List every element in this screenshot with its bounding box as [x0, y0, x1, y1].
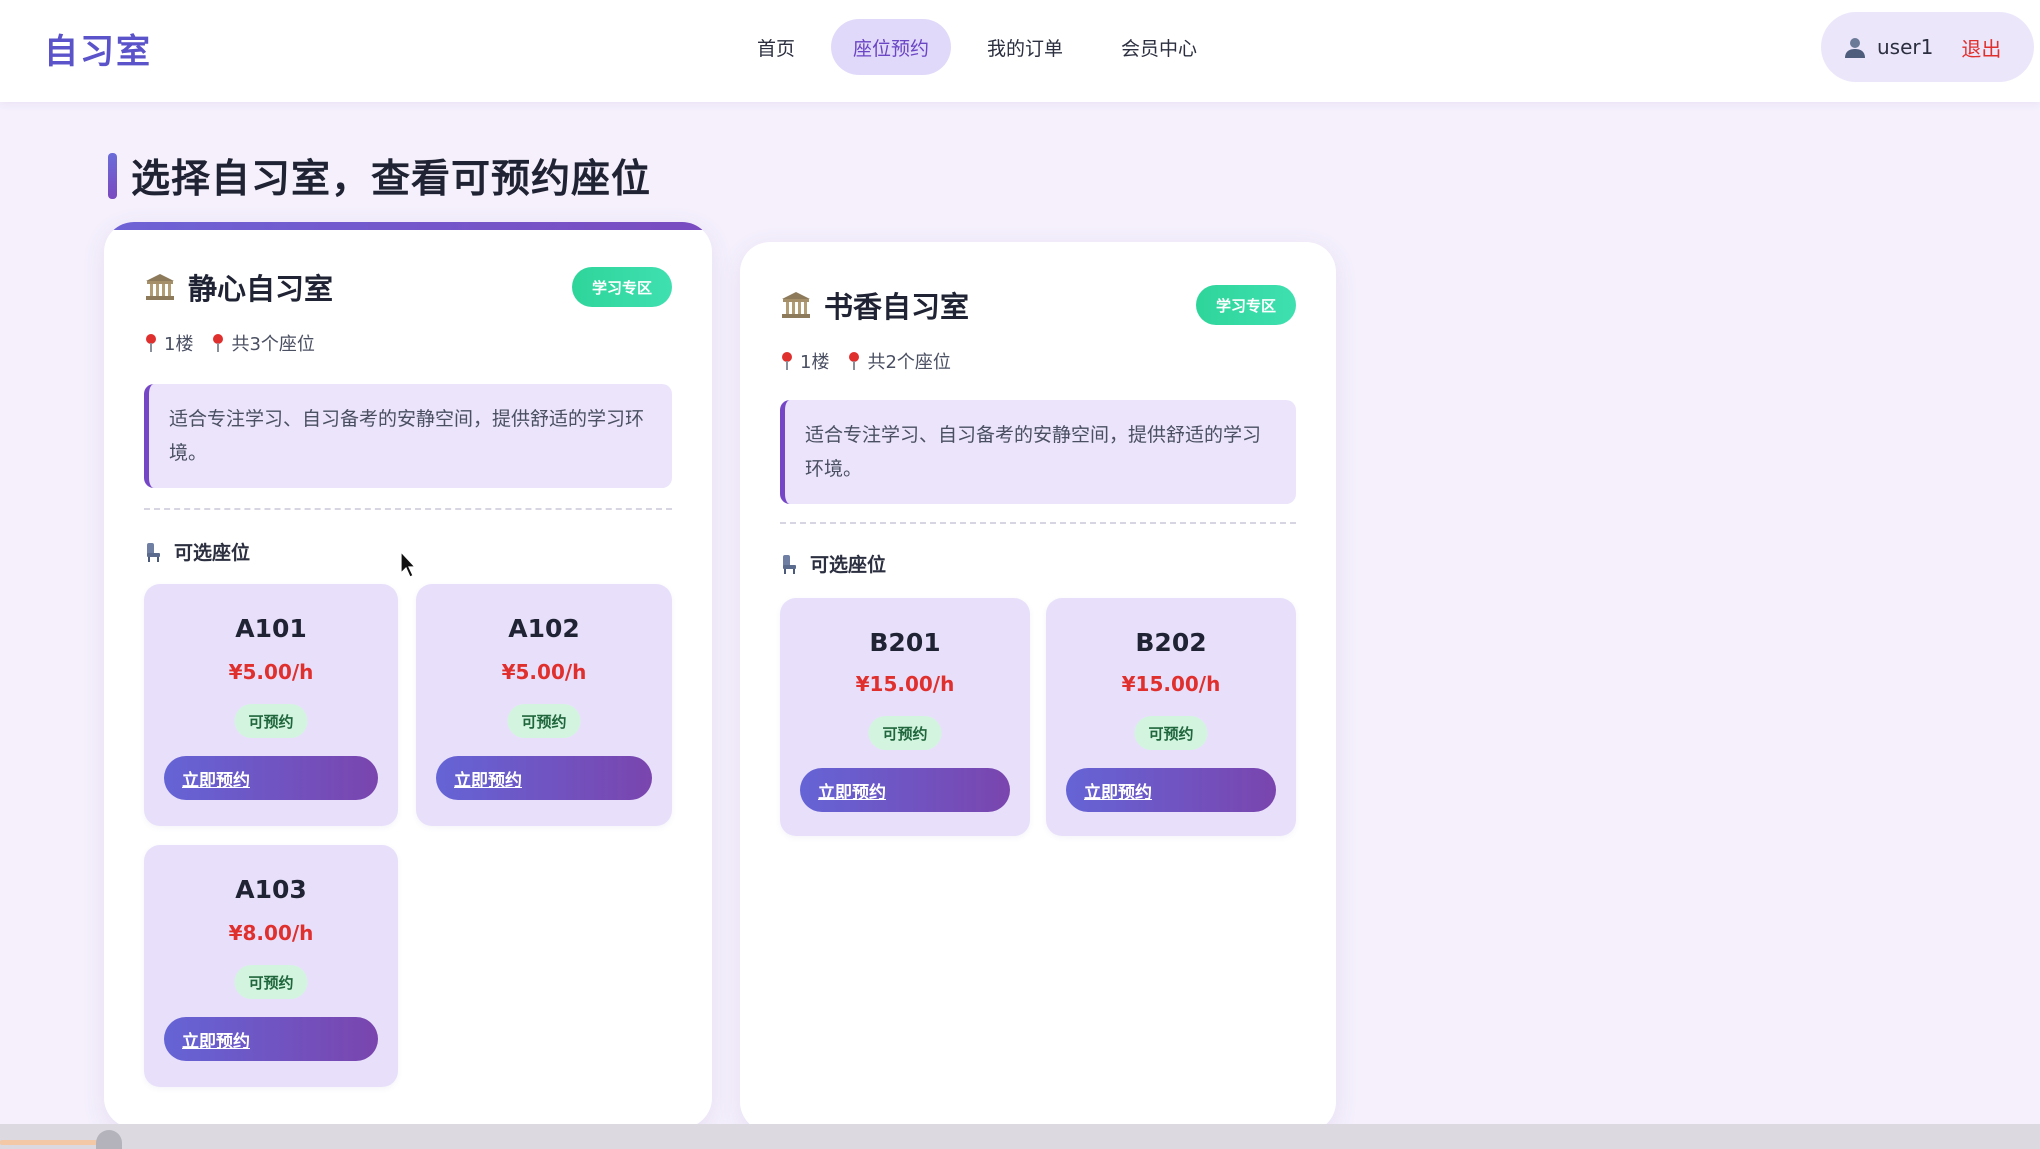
seat-card-a103[interactable]: A103 ¥8.00/h 可预约 立即预约 — [144, 845, 398, 1087]
location-pin-icon — [782, 352, 792, 370]
book-now-button[interactable]: 立即预约 — [164, 756, 378, 800]
room-header: 静心自习室 学习专区 — [144, 266, 672, 308]
seat-code: B202 — [1135, 628, 1207, 657]
room-card-jingxin: 静心自习室 学习专区 1楼 共3个座位 适合专注学习、自习备考的安静空间，提供舒… — [104, 222, 712, 1128]
horizontal-scrollbar[interactable] — [0, 1124, 2040, 1149]
seat-code: B201 — [869, 628, 941, 657]
seat-card-b201[interactable]: B201 ¥15.00/h 可预约 立即预约 — [780, 598, 1030, 836]
scrollbar-thumb[interactable] — [96, 1130, 122, 1149]
username: user1 — [1877, 35, 1934, 59]
room-name: 静心自习室 — [188, 272, 334, 306]
seat-card-b202[interactable]: B202 ¥15.00/h 可预约 立即预约 — [1046, 598, 1296, 836]
book-now-button[interactable]: 立即预约 — [164, 1017, 378, 1061]
room-floor: 1楼 — [164, 334, 194, 355]
nav-item-my-orders[interactable]: 我的订单 — [965, 19, 1085, 75]
seats-label: 可选座位 — [144, 538, 250, 565]
seat-code: A103 — [235, 875, 307, 904]
building-icon — [782, 292, 810, 318]
logout-link[interactable]: 退出 — [1961, 33, 2001, 62]
seat-status-badge: 可预约 — [868, 716, 942, 750]
building-icon — [146, 274, 174, 300]
user-icon — [1845, 38, 1865, 58]
seats-label: 可选座位 — [780, 550, 886, 577]
room-floor: 1楼 — [800, 352, 830, 373]
brand-logo[interactable]: 自习室 — [44, 24, 152, 73]
mouse-cursor-icon — [400, 551, 416, 578]
seat-price: ¥15.00/h — [1121, 672, 1221, 696]
seat-status-badge: 可预约 — [234, 965, 308, 999]
scrollbar-progress — [0, 1140, 104, 1145]
seat-price: ¥15.00/h — [855, 672, 955, 696]
zone-badge: 学习专区 — [571, 267, 672, 307]
nav-item-home[interactable]: 首页 — [735, 19, 817, 75]
book-now-button[interactable]: 立即预约 — [1066, 768, 1276, 812]
seat-card-a101[interactable]: A101 ¥5.00/h 可预约 立即预约 — [144, 584, 398, 826]
seat-code: A102 — [508, 614, 580, 643]
room-meta: 1楼 共3个座位 — [144, 330, 315, 356]
seat-price: ¥5.00/h — [501, 660, 587, 684]
main-nav: 首页 座位预约 我的订单 会员中心 — [735, 19, 1219, 75]
divider — [144, 508, 672, 510]
seat-card-a102[interactable]: A102 ¥5.00/h 可预约 立即预约 — [416, 584, 672, 826]
top-navbar: 自习室 首页 座位预约 我的订单 会员中心 user1 退出 — [0, 0, 2040, 102]
location-pin-icon — [213, 334, 224, 352]
page-title: 选择自习室，查看可预约座位 — [108, 152, 651, 202]
seat-status-badge: 可预约 — [234, 704, 308, 738]
seats-label-text: 可选座位 — [810, 554, 887, 576]
seat-status-badge: 可预约 — [1134, 716, 1208, 750]
location-pin-icon — [849, 352, 860, 370]
nav-item-seat-booking[interactable]: 座位预约 — [831, 19, 952, 75]
seat-icon — [783, 554, 796, 574]
seat-status-badge: 可预约 — [507, 704, 581, 738]
book-now-button[interactable]: 立即预约 — [800, 768, 1010, 812]
room-name: 书香自习室 — [824, 290, 970, 324]
user-menu: user1 退出 — [1821, 12, 2034, 82]
seat-icon — [147, 542, 160, 562]
divider — [780, 522, 1296, 524]
seats-label-text: 可选座位 — [174, 542, 251, 564]
zone-badge: 学习专区 — [1195, 285, 1296, 325]
page-title-text: 选择自习室，查看可预约座位 — [131, 157, 652, 202]
room-description: 适合专注学习、自习备考的安静空间，提供舒适的学习环境。 — [780, 400, 1296, 504]
title-accent-bar — [108, 153, 117, 199]
room-header: 书香自习室 学习专区 — [780, 284, 1296, 326]
room-card-shuxiang: 书香自习室 学习专区 1楼 共2个座位 适合专注学习、自习备考的安静空间，提供舒… — [740, 242, 1336, 1132]
room-seat-count: 共2个座位 — [867, 352, 951, 373]
nav-item-member-center[interactable]: 会员中心 — [1099, 19, 1219, 75]
seat-code: A101 — [235, 614, 307, 643]
seat-price: ¥5.00/h — [228, 660, 314, 684]
seat-price: ¥8.00/h — [228, 921, 314, 945]
book-now-button[interactable]: 立即预约 — [436, 756, 652, 800]
location-pin-icon — [146, 334, 156, 352]
room-seat-count: 共3个座位 — [231, 334, 315, 355]
room-description: 适合专注学习、自习备考的安静空间，提供舒适的学习环境。 — [144, 384, 672, 488]
room-meta: 1楼 共2个座位 — [780, 348, 951, 374]
